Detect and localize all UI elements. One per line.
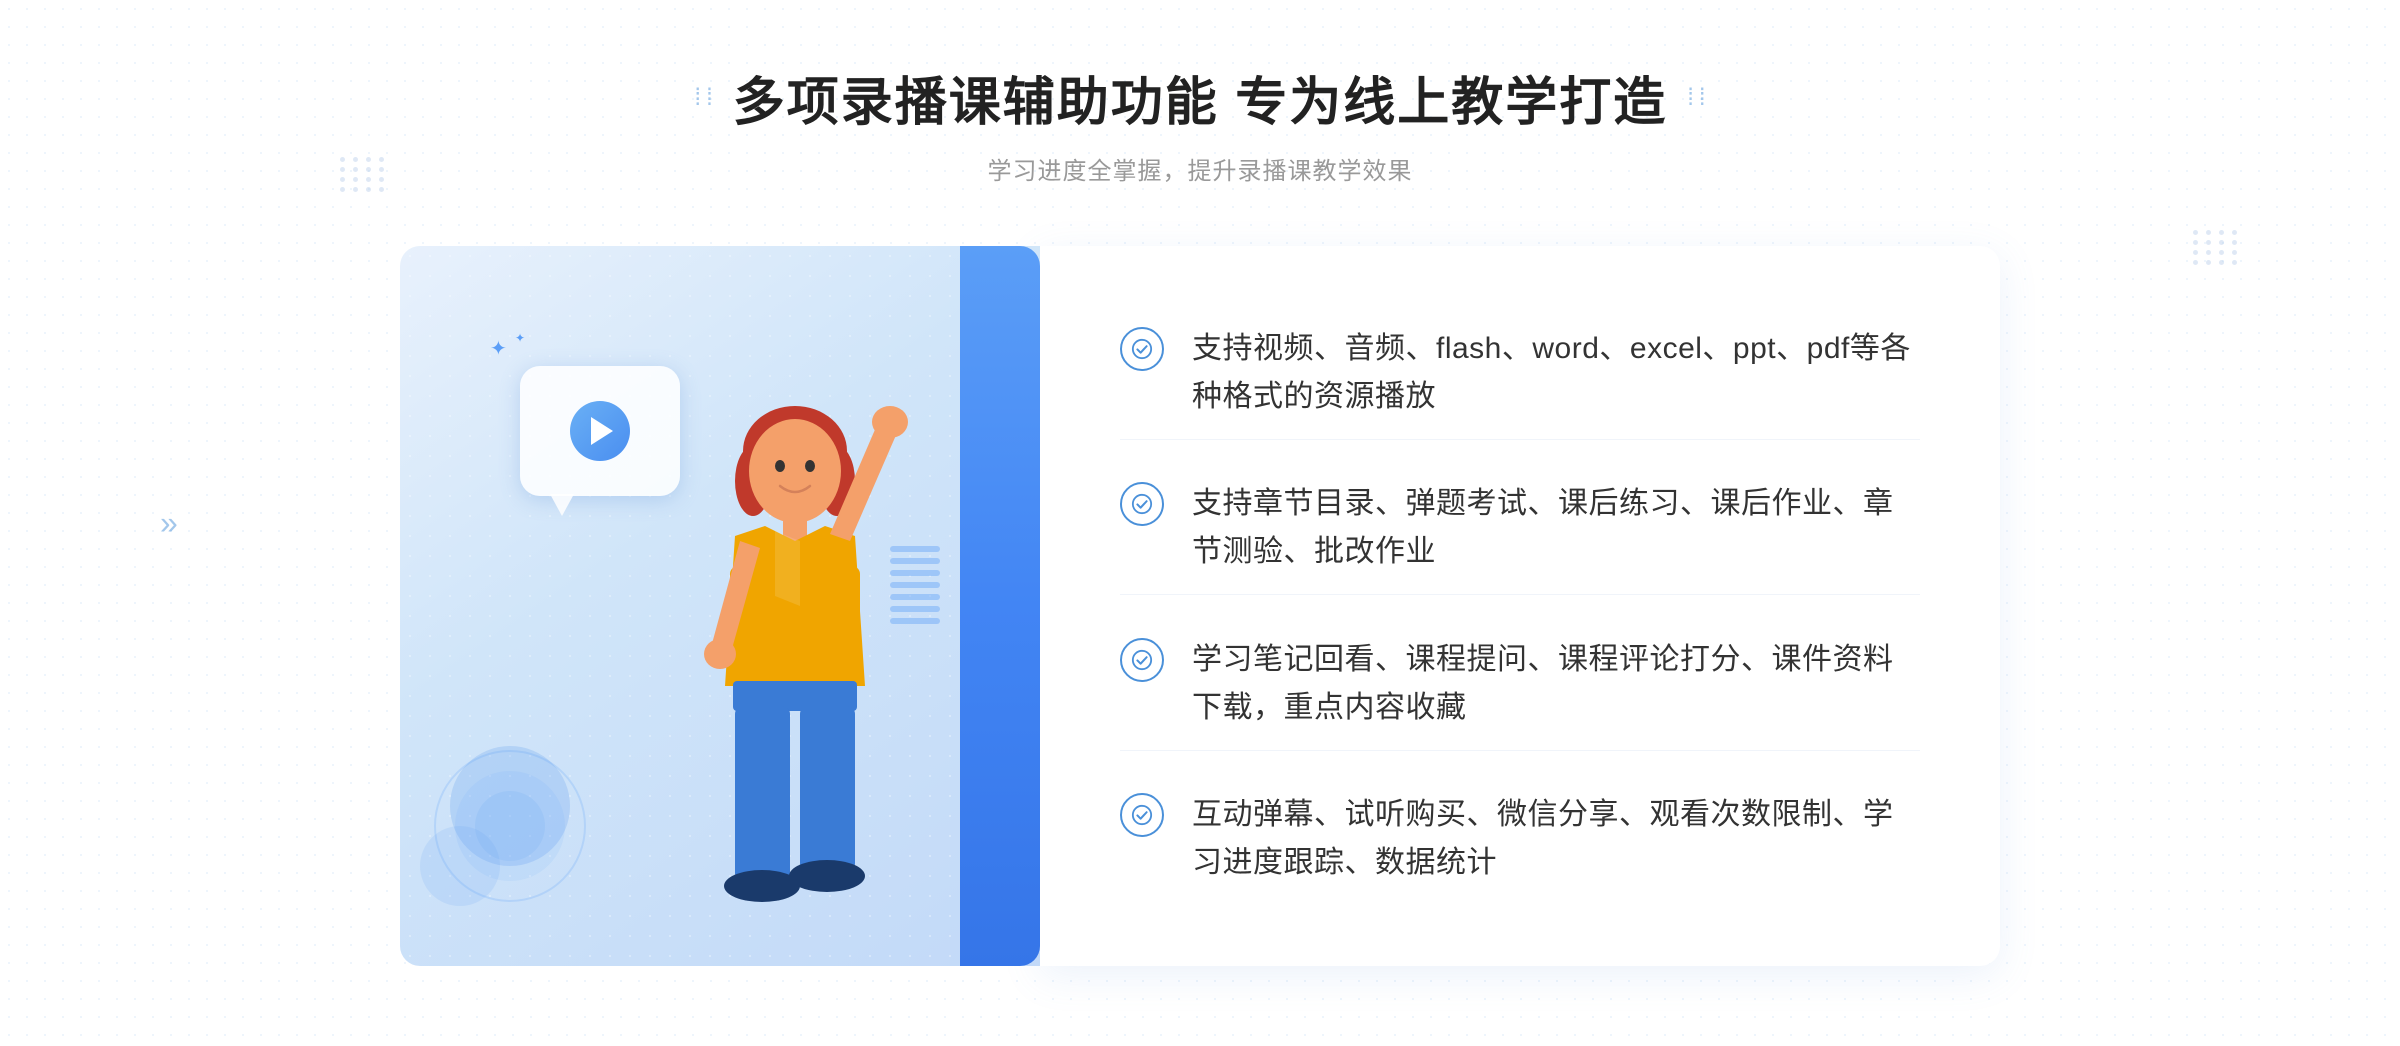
title-decorator-right [1687, 84, 1705, 112]
left-arrow-decoration: » [160, 505, 178, 542]
features-area: 支持视频、音频、flash、word、excel、ppt、pdf等各种格式的资源… [1040, 246, 2000, 966]
feature-item-3: 学习笔记回看、课程提问、课程评论打分、课件资料下载，重点内容收藏 [1120, 618, 1920, 751]
page-container: » 多项录播课辅助功能 专为线上教学打造 学习进度全掌握，提升录播课教学效果 ✦ [0, 0, 2400, 1046]
feature-item-4: 互动弹幕、试听购买、微信分享、观看次数限制、学习进度跟踪、数据统计 [1120, 773, 1920, 905]
top-left-dot-decoration [340, 157, 387, 192]
person-illustration [645, 366, 945, 966]
feature-item-2: 支持章节目录、弹题考试、课后练习、课后作业、章节测验、批改作业 [1120, 462, 1920, 595]
feature-text-4: 互动弹幕、试听购买、微信分享、观看次数限制、学习进度跟踪、数据统计 [1192, 791, 1920, 887]
check-icon-2 [1120, 482, 1164, 526]
title-row: 多项录播课辅助功能 专为线上教学打造 [694, 60, 1705, 135]
play-triangle [591, 417, 613, 445]
illustration-area: ✦ ✦ [400, 246, 1040, 966]
play-button-icon [570, 401, 630, 461]
star-decoration-1: ✦ [490, 336, 507, 361]
blue-strip-decoration [960, 246, 1040, 966]
feature-item-1: 支持视频、音频、flash、word、excel、ppt、pdf等各种格式的资源… [1120, 307, 1920, 440]
check-icon-1 [1120, 327, 1164, 371]
title-decorator-left [694, 84, 712, 112]
right-dot-decoration [2193, 230, 2240, 265]
star-decoration-2: ✦ [515, 331, 525, 345]
content-section: ✦ ✦ [400, 246, 2000, 966]
header-section: 多项录播课辅助功能 专为线上教学打造 学习进度全掌握，提升录播课教学效果 [694, 60, 1705, 186]
check-icon-4 [1120, 793, 1164, 837]
subtitle: 学习进度全掌握，提升录播课教学效果 [694, 151, 1705, 186]
main-title: 多项录播课辅助功能 专为线上教学打造 [733, 60, 1667, 135]
feature-text-3: 学习笔记回看、课程提问、课程评论打分、课件资料下载，重点内容收藏 [1192, 636, 1920, 732]
bottom-circles [430, 746, 590, 906]
feature-text-2: 支持章节目录、弹题考试、课后练习、课后作业、章节测验、批改作业 [1192, 480, 1920, 576]
check-icon-3 [1120, 638, 1164, 682]
feature-text-1: 支持视频、音频、flash、word、excel、ppt、pdf等各种格式的资源… [1192, 325, 1920, 421]
